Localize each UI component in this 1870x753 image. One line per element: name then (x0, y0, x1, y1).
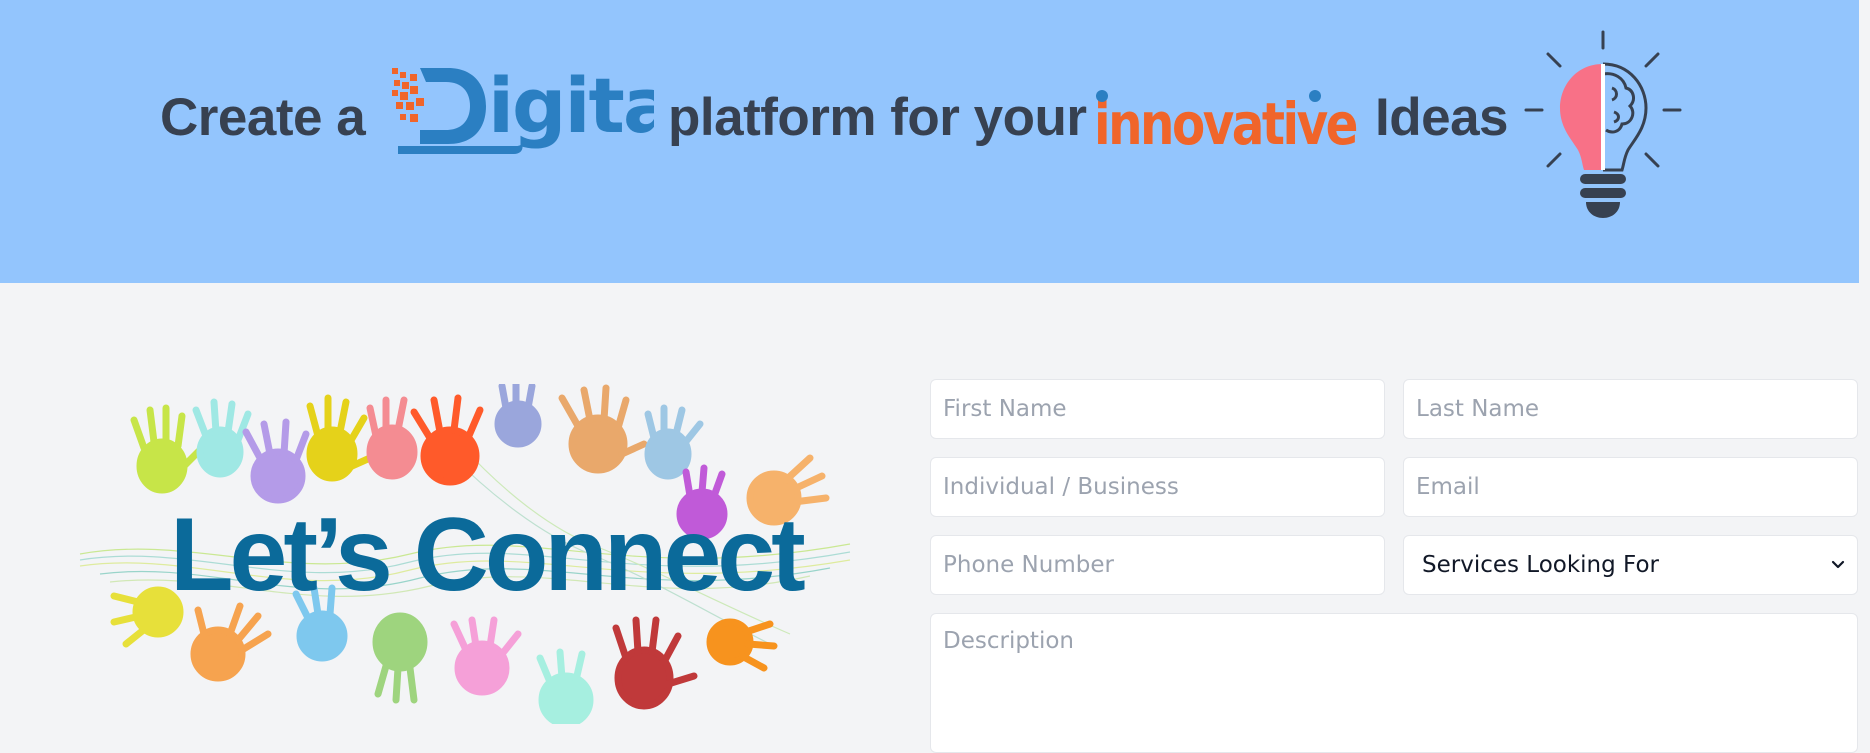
first-name-input[interactable] (930, 379, 1385, 439)
banner-prefix: Create a (160, 88, 366, 147)
services-selected-value: Services Looking For (1422, 552, 1659, 578)
individual-business-input[interactable] (930, 457, 1385, 517)
phone-number-input[interactable] (930, 535, 1385, 595)
services-select[interactable]: Services Looking For (1403, 535, 1858, 595)
lightbulb-brain-icon (1524, 30, 1682, 218)
banner-middle: platform for your (668, 88, 1087, 147)
digital-logo: igital (392, 61, 654, 154)
svg-text:igital: igital (488, 61, 654, 150)
description-textarea[interactable] (930, 613, 1858, 753)
lets-connect-title: Let’s Connect (170, 497, 806, 613)
last-name-input[interactable] (1403, 379, 1858, 439)
banner-suffix: Ideas (1375, 88, 1509, 147)
hero-banner: Create a igital platform for your innova… (0, 0, 1859, 283)
chevron-down-icon (1831, 560, 1845, 569)
email-input[interactable] (1403, 457, 1858, 517)
innovative-logo: innovative (1094, 90, 1360, 158)
